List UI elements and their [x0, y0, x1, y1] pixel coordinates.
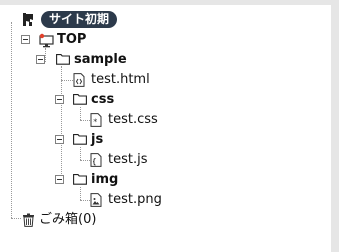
tree-item-trash[interactable]: ごみ箱(0) — [22, 211, 96, 229]
tree-guide-line — [11, 218, 21, 219]
collapse-toggle-css[interactable] — [55, 95, 64, 104]
tree-label-test-css: test.css — [108, 112, 158, 127]
tree-item-site-root[interactable]: サイト初期 — [21, 10, 118, 28]
tree-label-js: js — [91, 132, 104, 147]
folder-icon — [73, 93, 87, 107]
tree-item-test-html[interactable]: test.html — [73, 71, 150, 89]
site-tree: サイト初期 TOP sample test.html css * test.cs… — [0, 0, 331, 247]
folder-icon — [73, 133, 87, 147]
trash-icon — [22, 213, 36, 227]
tree-label-trash: ごみ箱(0) — [39, 212, 97, 227]
tree-label-test-html: test.html — [91, 72, 150, 87]
site-root-icon — [21, 12, 35, 26]
tree-guide-line — [61, 80, 73, 81]
tree-guide-line — [45, 48, 46, 62]
tree-label-test-js: test.js — [108, 152, 148, 167]
tree-item-img[interactable]: img — [73, 171, 118, 189]
tree-guide-line — [61, 66, 62, 182]
tree-item-test-css[interactable]: * test.css — [90, 111, 158, 129]
collapse-toggle-sample[interactable] — [36, 55, 45, 64]
collapse-toggle-top[interactable] — [21, 35, 30, 44]
tree-label-css: css — [91, 92, 115, 107]
tree-item-test-png[interactable]: test.png — [90, 191, 162, 209]
tree-item-top[interactable]: TOP — [39, 31, 86, 49]
svg-text:*: * — [93, 118, 97, 127]
collapse-toggle-js[interactable] — [55, 135, 64, 144]
tree-guide-line — [80, 160, 90, 161]
tree-item-test-js[interactable]: test.js — [90, 151, 147, 169]
image-file-icon — [90, 193, 104, 207]
tree-guide-line — [80, 200, 90, 201]
collapse-toggle-img[interactable] — [55, 175, 64, 184]
tree-guide-line — [11, 22, 12, 218]
tree-label-img: img — [91, 172, 119, 187]
monitor-home-icon — [39, 33, 54, 48]
tree-label-top: TOP — [57, 32, 87, 47]
folder-icon — [73, 173, 87, 187]
html-file-icon — [73, 73, 87, 87]
tree-label-sample: sample — [74, 52, 127, 67]
tree-guide-line — [80, 120, 90, 121]
css-file-icon: * — [90, 113, 104, 127]
tree-item-css[interactable]: css — [73, 91, 114, 109]
site-root-label: サイト初期 — [41, 10, 118, 28]
folder-icon — [56, 53, 70, 67]
tree-item-js[interactable]: js — [73, 131, 103, 149]
tree-item-sample[interactable]: sample — [56, 51, 127, 69]
tree-label-test-png: test.png — [108, 192, 162, 207]
js-file-icon — [90, 153, 104, 167]
